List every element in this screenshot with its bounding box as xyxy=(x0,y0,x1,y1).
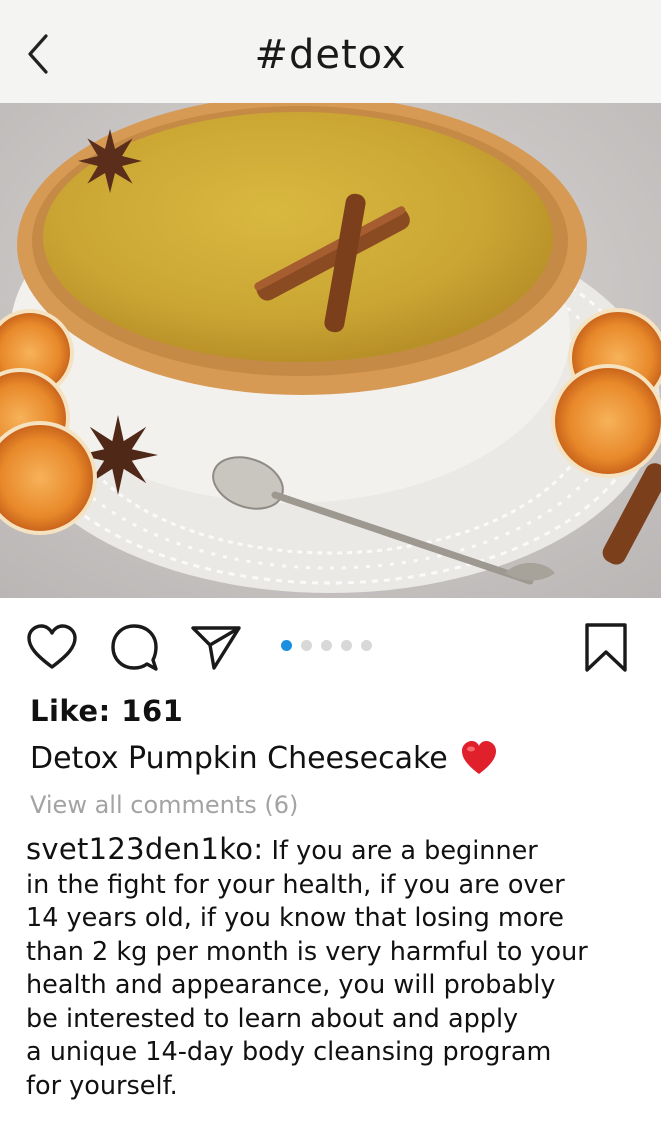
post-image[interactable] xyxy=(0,103,661,598)
like-button[interactable] xyxy=(26,624,78,670)
paper-plane-icon xyxy=(191,626,241,670)
carousel-dot xyxy=(341,640,352,651)
like-count: Like: 161 xyxy=(30,694,184,728)
carousel-dot xyxy=(361,640,372,651)
share-button[interactable] xyxy=(190,624,242,670)
caption-title: Detox Pumpkin Cheesecake xyxy=(30,740,448,776)
view-all-comments-link[interactable]: View all comments (6) xyxy=(30,791,298,819)
comment-text-line: be interested to learn about and apply xyxy=(26,1003,519,1034)
speech-bubble-icon xyxy=(111,624,158,671)
comment-text-line: a unique 14-day body cleansing program xyxy=(26,1037,552,1067)
comment-username[interactable]: svet123den1ko: xyxy=(26,832,263,866)
comment-text-line: for yourself. xyxy=(26,1070,178,1101)
carousel-dot-active xyxy=(281,640,292,651)
comment-button[interactable] xyxy=(110,623,160,673)
comment-text-line: than 2 kg per month is very harmful to y… xyxy=(26,936,588,967)
page-title: #detox xyxy=(254,32,407,78)
top-bar: #detox xyxy=(0,0,661,104)
bookmark-icon xyxy=(585,623,627,672)
save-button[interactable] xyxy=(583,622,629,674)
comment-text-line: If you are a beginner xyxy=(263,836,538,866)
carousel-indicator xyxy=(281,640,372,654)
heart-outline-icon xyxy=(27,624,77,669)
comment-text-line: in the fight for your health, if you are… xyxy=(26,869,565,900)
comment-text-line: health and appearance, you will probably xyxy=(26,970,556,1000)
comment: svet123den1ko: If you are a beginner in … xyxy=(26,832,641,1103)
carousel-dot xyxy=(321,640,332,651)
comment-text-line: 14 years old, if you know that losing mo… xyxy=(26,903,564,933)
red-heart-emoji-icon xyxy=(460,740,498,776)
caption-title-row: Detox Pumpkin Cheesecake xyxy=(30,740,498,776)
carousel-dot xyxy=(301,640,312,651)
